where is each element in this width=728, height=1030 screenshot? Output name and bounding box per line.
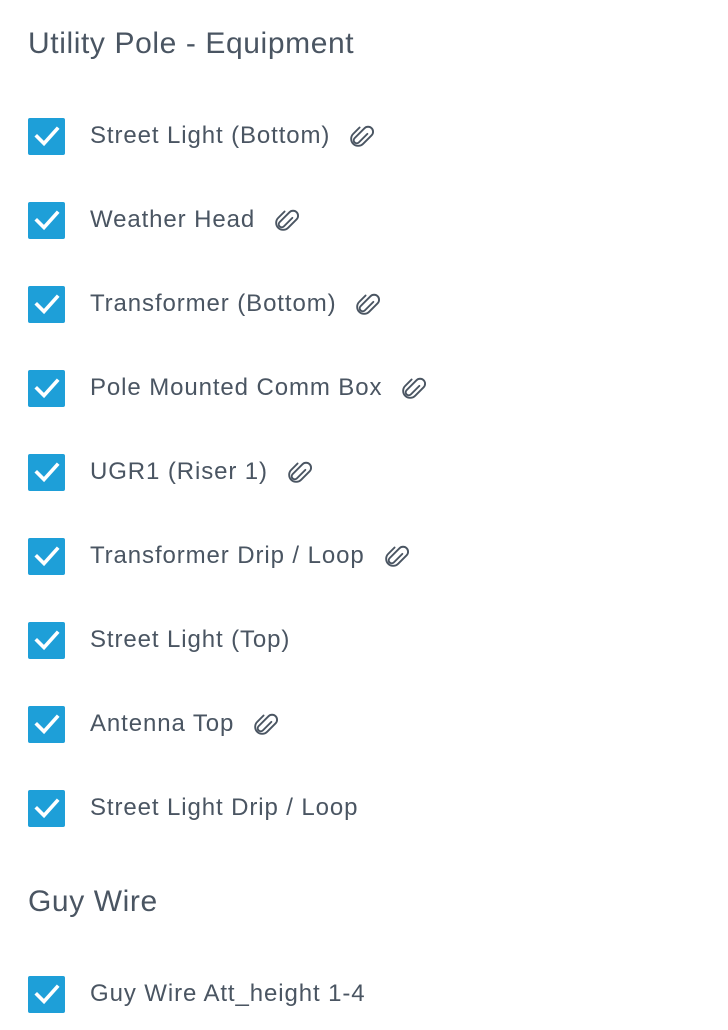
check-icon [33,210,60,231]
list-item-guy-wire-att-height: Guy Wire Att_height 1-4 [28,974,366,1014]
paperclip-icon[interactable] [284,457,314,487]
item-label: Weather Head [90,206,256,233]
checkbox-street-light-bottom[interactable] [28,117,65,155]
list-item-street-light-bottom: Street Light (Bottom) [28,116,376,156]
check-icon [33,984,60,1005]
check-icon [33,714,60,735]
checkbox-street-light-top[interactable] [28,621,65,659]
checkbox-street-light-drip-loop[interactable] [28,789,65,827]
check-icon [33,378,60,399]
check-icon [33,126,60,147]
paperclip-icon[interactable] [346,121,376,151]
list-item-ugr1-riser-1: UGR1 (Riser 1) [28,452,314,492]
check-icon [33,798,60,819]
checkbox-transformer-bottom[interactable] [28,285,65,323]
item-label: Transformer Drip / Loop [90,542,365,569]
list-item-antenna-top: Antenna Top [28,704,280,744]
paperclip-icon[interactable] [381,541,411,571]
checkbox-guy-wire-att-height[interactable] [28,975,65,1013]
checkbox-transformer-drip-loop[interactable] [28,537,65,575]
item-label: Transformer (Bottom) [90,290,337,317]
check-icon [33,630,60,651]
paperclip-icon[interactable] [398,373,428,403]
list-item-street-light-drip-loop: Street Light Drip / Loop [28,788,358,828]
item-label: Street Light Drip / Loop [90,794,359,821]
list-item-street-light-top: Street Light (Top) [28,620,290,660]
checkbox-ugr1-riser-1[interactable] [28,453,65,491]
item-label: UGR1 (Riser 1) [90,458,268,485]
item-label: Guy Wire Att_height 1-4 [90,980,366,1007]
item-label: Pole Mounted Comm Box [90,374,383,401]
section-title-guy-wire: Guy Wire [28,885,158,918]
section-title-utility-pole-equipment: Utility Pole - Equipment [28,27,355,60]
paperclip-icon[interactable] [250,709,280,739]
check-icon [33,294,60,315]
list-item-transformer-drip-loop: Transformer Drip / Loop [28,536,411,576]
checkbox-weather-head[interactable] [28,201,65,239]
checkbox-pole-mounted-comm-box[interactable] [28,369,65,407]
list-item-transformer-bottom: Transformer (Bottom) [28,284,382,324]
item-label: Antenna Top [90,710,235,737]
item-label: Street Light (Top) [90,626,291,653]
list-item-pole-mounted-comm-box: Pole Mounted Comm Box [28,368,428,408]
check-icon [33,462,60,483]
paperclip-icon[interactable] [352,289,382,319]
item-label: Street Light (Bottom) [90,122,331,149]
list-item-weather-head: Weather Head [28,200,301,240]
check-icon [33,546,60,567]
paperclip-icon[interactable] [271,205,301,235]
checkbox-antenna-top[interactable] [28,705,65,743]
